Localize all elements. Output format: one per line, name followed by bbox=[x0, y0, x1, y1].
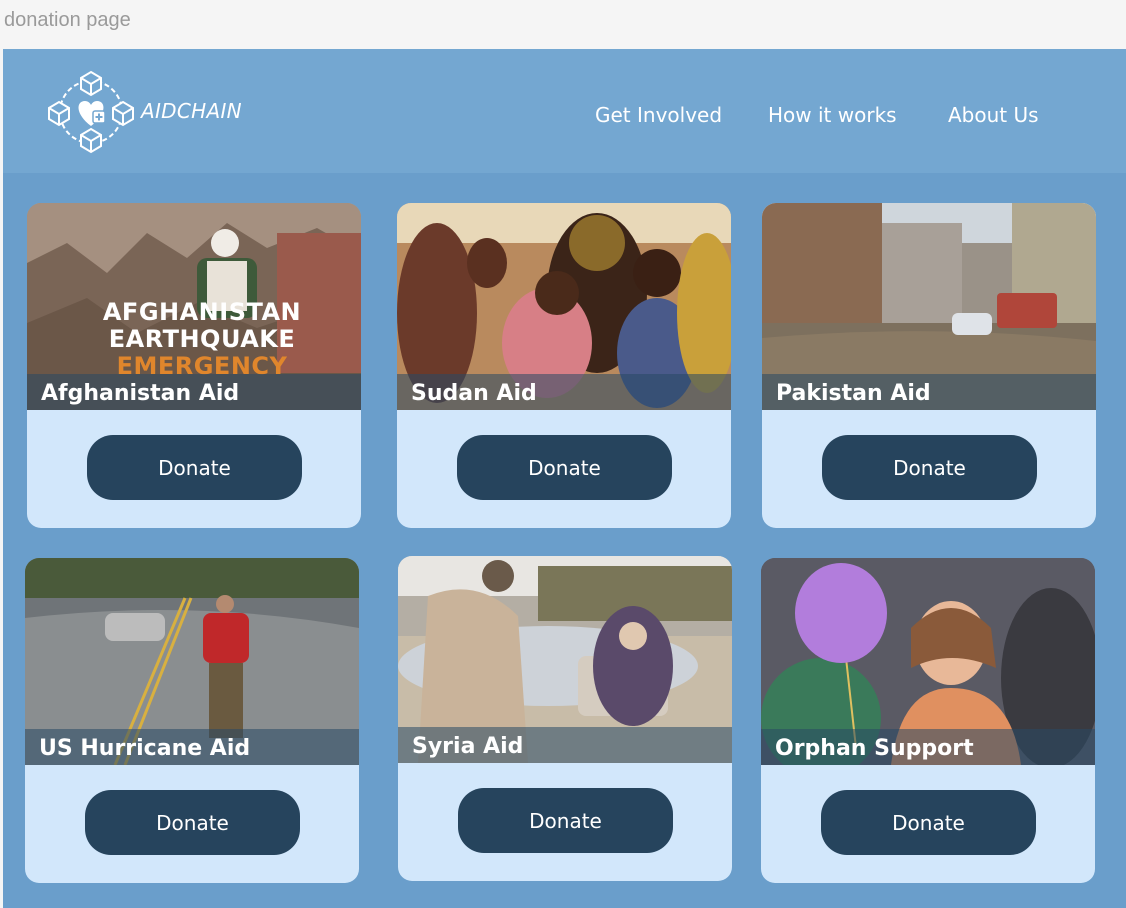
campaign-image-us-hurricane: US Hurricane Aid bbox=[25, 558, 359, 765]
campaign-title: Afghanistan Aid bbox=[41, 381, 240, 406]
donate-button-us-hurricane[interactable]: Donate bbox=[85, 790, 300, 855]
donate-button-afghanistan[interactable]: Donate bbox=[87, 435, 302, 500]
campaign-card-orphan-support: Orphan Support Donate bbox=[761, 558, 1095, 883]
donate-button-syria[interactable]: Donate bbox=[458, 788, 673, 853]
campaign-card-afghanistan: AFGHANISTAN EARTHQUAKE EMERGENCY Afghani… bbox=[27, 203, 361, 528]
poster-text: AFGHANISTAN EARTHQUAKE EMERGENCY bbox=[67, 299, 337, 380]
campaign-card-pakistan: Pakistan Aid Donate bbox=[762, 203, 1096, 528]
frame-label: donation page bbox=[4, 9, 131, 31]
campaign-image-orphan-support: Orphan Support bbox=[761, 558, 1095, 765]
poster-line-2: EARTHQUAKE bbox=[108, 325, 296, 353]
campaign-image-afghanistan: AFGHANISTAN EARTHQUAKE EMERGENCY Afghani… bbox=[27, 203, 361, 410]
nav-about-us[interactable]: About Us bbox=[948, 103, 1039, 127]
campaign-card-syria: Syria Aid Donate bbox=[398, 556, 732, 881]
campaign-image-sudan: Sudan Aid bbox=[397, 203, 731, 410]
campaign-title: Syria Aid bbox=[412, 734, 524, 759]
donate-button-orphan-support[interactable]: Donate bbox=[821, 790, 1036, 855]
campaign-title: US Hurricane Aid bbox=[39, 736, 251, 761]
donate-button-sudan[interactable]: Donate bbox=[457, 435, 672, 500]
logo-icon[interactable] bbox=[45, 66, 137, 158]
donate-button-pakistan[interactable]: Donate bbox=[822, 435, 1037, 500]
campaign-image-syria: Syria Aid bbox=[398, 556, 732, 763]
campaign-card-sudan: Sudan Aid Donate bbox=[397, 203, 731, 528]
brand-name[interactable]: AIDCHAIN bbox=[141, 99, 242, 123]
campaign-image-pakistan: Pakistan Aid bbox=[762, 203, 1096, 410]
nav-get-involved[interactable]: Get Involved bbox=[595, 103, 722, 127]
campaign-card-us-hurricane: US Hurricane Aid Donate bbox=[25, 558, 359, 883]
site-header: AIDCHAIN Get Involved How it works About… bbox=[3, 49, 1126, 173]
donation-page: AIDCHAIN Get Involved How it works About… bbox=[3, 49, 1126, 908]
nav-how-it-works[interactable]: How it works bbox=[768, 103, 897, 127]
campaign-title: Sudan Aid bbox=[411, 381, 537, 406]
campaign-title: Orphan Support bbox=[775, 736, 974, 761]
poster-line-1: AFGHANISTAN bbox=[102, 298, 302, 326]
campaign-title: Pakistan Aid bbox=[776, 381, 931, 406]
